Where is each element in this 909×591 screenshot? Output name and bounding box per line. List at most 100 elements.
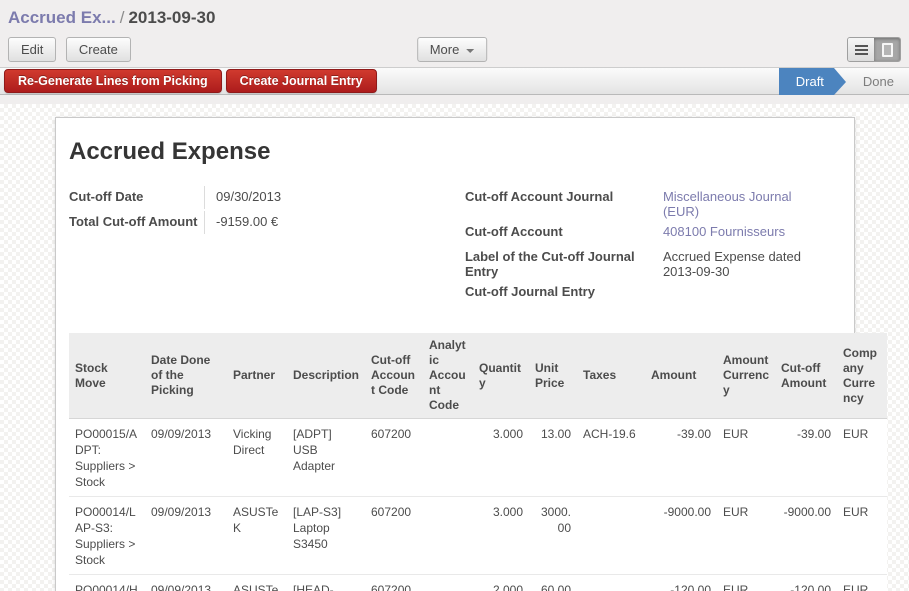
control-panel: Accrued Ex.../2013-09-30 Edit Create Mor… (0, 0, 909, 67)
form-background: Accrued Expense Cut-off Date 09/30/2013 … (0, 104, 909, 591)
cell-partner: ASUSTeK (227, 497, 287, 575)
col-date-done[interactable]: Date Done of the Picking (145, 333, 227, 419)
cell-amount-currency: EUR (717, 419, 775, 497)
col-stock-move[interactable]: Stock Move (69, 333, 145, 419)
cell-date-done: 09/09/2013 (145, 419, 227, 497)
cell-stock-move: PO00014/LAP-S3: Suppliers > Stock (69, 497, 145, 575)
breadcrumb: Accrued Ex.../2013-09-30 (8, 6, 901, 37)
breadcrumb-parent-link[interactable]: Accrued Ex... (8, 8, 116, 27)
col-cutoff-account-code[interactable]: Cut-off Account Code (365, 333, 423, 419)
cell-company-currency: EUR (837, 419, 887, 497)
cell-cutoff-account-code: 607200 (365, 419, 423, 497)
more-button-label: More (430, 42, 460, 57)
breadcrumb-current: 2013-09-30 (128, 8, 215, 27)
table-row[interactable]: PO00014/LAP-S3: Suppliers > Stock 09/09/… (69, 497, 887, 575)
col-company-currency[interactable]: Company Currency (837, 333, 887, 419)
cell-amount-currency: EUR (717, 497, 775, 575)
page-title: Accrued Expense (69, 138, 842, 166)
table-row[interactable]: PO00014/HEAD-USB: Suppliers > Stock 09/0… (69, 575, 887, 591)
cell-unit-price: 3000.00 (529, 497, 577, 575)
journal-link[interactable]: Miscellaneous Journal (EUR) (663, 186, 831, 219)
cell-stock-move: PO00014/HEAD-USB: Suppliers > Stock (69, 575, 145, 591)
cell-quantity: 3.000 (473, 497, 529, 575)
cell-description: [HEAD-USB] Headset USB (287, 575, 365, 591)
field-cutoff-account: Cut-off Account 408100 Fournisseurs (465, 221, 842, 244)
cell-taxes: ACH-19.6 (577, 419, 645, 497)
cell-company-currency: EUR (837, 497, 887, 575)
cell-taxes (577, 575, 645, 591)
form-sheet: Accrued Expense Cut-off Date 09/30/2013 … (55, 117, 855, 591)
account-link[interactable]: 408100 Fournisseurs (663, 221, 831, 244)
screen: Accrued Ex.../2013-09-30 Edit Create Mor… (0, 0, 909, 591)
view-switcher (847, 37, 901, 62)
cell-stock-move: PO00015/ADPT: Suppliers > Stock (69, 419, 145, 497)
cell-analytic-account-code (423, 575, 473, 591)
cell-amount: -9000.00 (645, 497, 717, 575)
field-group-right: Cut-off Account Journal Miscellaneous Jo… (465, 186, 842, 306)
field-label: Cut-off Journal Entry (465, 281, 663, 304)
field-value: Accrued Expense dated 2013-09-30 (663, 246, 831, 279)
field-value: -9159.00 € (204, 211, 450, 234)
list-icon (855, 45, 868, 55)
chevron-down-icon (466, 49, 474, 53)
form-view-button[interactable] (874, 38, 900, 61)
field-cutoff-date: Cut-off Date 09/30/2013 (69, 186, 450, 209)
col-analytic-account-code[interactable]: Analytic Account Code (423, 333, 473, 419)
cell-cutoff-account-code: 607200 (365, 575, 423, 591)
form-icon (882, 43, 893, 57)
table-header-row: Stock Move Date Done of the Picking Part… (69, 333, 887, 419)
status-states: Draft Done (779, 68, 909, 95)
more-button[interactable]: More (417, 37, 488, 62)
regenerate-lines-button[interactable]: Re-Generate Lines from Picking (4, 69, 222, 93)
cell-amount-currency: EUR (717, 575, 775, 591)
cell-unit-price: 60.00 (529, 575, 577, 591)
cell-company-currency: EUR (837, 575, 887, 591)
create-journal-entry-button[interactable]: Create Journal Entry (226, 69, 377, 93)
cell-analytic-account-code (423, 419, 473, 497)
field-label: Cut-off Account (465, 221, 663, 244)
cell-description: [ADPT] USB Adapter (287, 419, 365, 497)
edit-button[interactable]: Edit (8, 37, 56, 62)
cell-date-done: 09/09/2013 (145, 497, 227, 575)
col-amount[interactable]: Amount (645, 333, 717, 419)
field-label: Cut-off Date (69, 186, 204, 209)
cell-partner: Vicking Direct (227, 419, 287, 497)
cutoff-lines-table: Stock Move Date Done of the Picking Part… (69, 333, 887, 591)
cell-quantity: 2.000 (473, 575, 529, 591)
cell-amount: -39.00 (645, 419, 717, 497)
col-taxes[interactable]: Taxes (577, 333, 645, 419)
col-amount-currency[interactable]: Amount Currency (717, 333, 775, 419)
col-description[interactable]: Description (287, 333, 365, 419)
create-button[interactable]: Create (66, 37, 131, 62)
breadcrumb-separator: / (116, 8, 129, 27)
col-quantity[interactable]: Quantity (473, 333, 529, 419)
field-total-cutoff-amount: Total Cut-off Amount -9159.00 € (69, 211, 450, 234)
field-value (663, 281, 831, 304)
cell-date-done: 09/09/2013 (145, 575, 227, 591)
cell-cutoff-amount: -120.00 (775, 575, 837, 591)
cell-taxes (577, 497, 645, 575)
field-groups: Cut-off Date 09/30/2013 Total Cut-off Am… (69, 186, 842, 306)
field-label: Total Cut-off Amount (69, 211, 204, 234)
field-journal-entry-label: Label of the Cut-off Journal Entry Accru… (465, 246, 842, 279)
cell-cutoff-amount: -39.00 (775, 419, 837, 497)
status-draft[interactable]: Draft (779, 68, 834, 95)
cell-cutoff-amount: -9000.00 (775, 497, 837, 575)
more-dropdown: More (417, 37, 493, 62)
field-cutoff-account-journal: Cut-off Account Journal Miscellaneous Jo… (465, 186, 842, 219)
field-label: Cut-off Account Journal (465, 186, 663, 219)
field-label: Label of the Cut-off Journal Entry (465, 246, 663, 279)
status-done[interactable]: Done (847, 68, 909, 95)
col-cutoff-amount[interactable]: Cut-off Amount (775, 333, 837, 419)
cell-analytic-account-code (423, 497, 473, 575)
cell-amount: -120.00 (645, 575, 717, 591)
statusbar: Re-Generate Lines from Picking Create Jo… (0, 67, 909, 95)
cell-cutoff-account-code: 607200 (365, 497, 423, 575)
cell-quantity: 3.000 (473, 419, 529, 497)
cell-partner: ASUSTeK (227, 575, 287, 591)
col-unit-price[interactable]: Unit Price (529, 333, 577, 419)
list-view-button[interactable] (848, 38, 874, 61)
table-row[interactable]: PO00015/ADPT: Suppliers > Stock 09/09/20… (69, 419, 887, 497)
col-partner[interactable]: Partner (227, 333, 287, 419)
cell-description: [LAP-S3] Laptop S3450 (287, 497, 365, 575)
